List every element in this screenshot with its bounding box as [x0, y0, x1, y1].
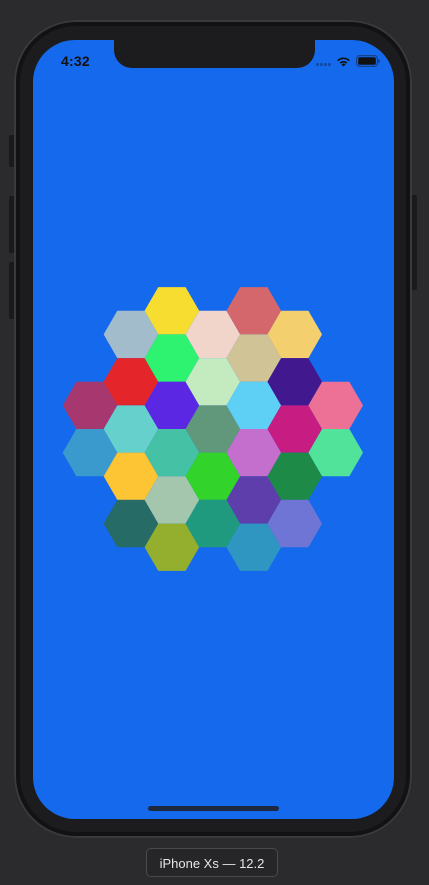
status-icons: [316, 54, 380, 68]
wifi-icon: [337, 57, 350, 67]
cellular-signal-icon: [316, 56, 331, 66]
app-screen[interactable]: 4:32: [33, 40, 394, 819]
notch: [114, 40, 315, 68]
status-time: 4:32: [61, 53, 90, 69]
simulator-window: 4:32 iPhone Xs — 12.2: [0, 0, 429, 885]
battery-icon: [356, 55, 380, 67]
hex-grid[interactable]: [33, 40, 394, 819]
home-indicator[interactable]: [148, 806, 279, 811]
device-label: iPhone Xs — 12.2: [146, 848, 278, 877]
